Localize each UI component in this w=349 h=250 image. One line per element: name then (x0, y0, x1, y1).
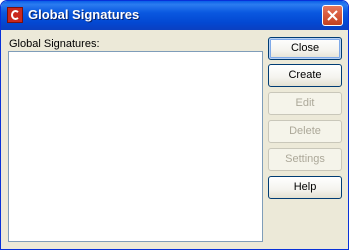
delete-button[interactable]: Delete (268, 120, 342, 143)
signatures-list-label: Global Signatures: (9, 38, 100, 50)
edit-button[interactable]: Edit (268, 92, 342, 115)
signatures-list[interactable] (8, 51, 263, 242)
close-x-icon (327, 10, 338, 21)
settings-button[interactable]: Settings (268, 148, 342, 171)
window-title: Global Signatures (28, 7, 140, 22)
title-bar[interactable]: Global Signatures (1, 1, 348, 30)
create-button[interactable]: Create (268, 64, 342, 87)
help-button[interactable]: Help (268, 176, 342, 199)
global-signatures-dialog: Global Signatures Global Signatures: Clo… (0, 0, 349, 250)
app-icon (7, 7, 23, 23)
close-window-button[interactable] (322, 5, 343, 26)
close-button[interactable]: Close (268, 37, 342, 60)
